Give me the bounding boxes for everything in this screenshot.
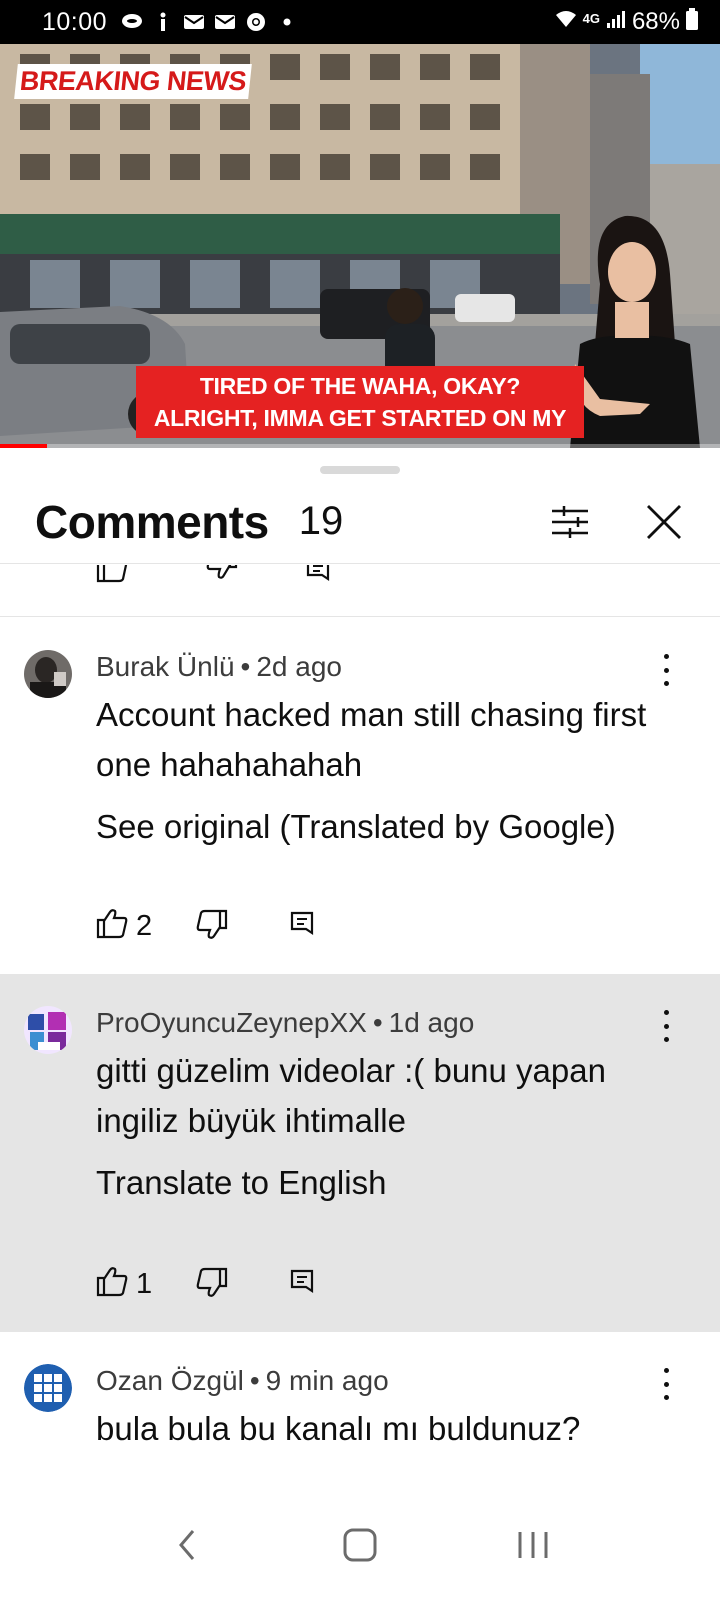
- dot-icon: [276, 13, 298, 31]
- battery-level: 68%: [631, 8, 680, 35]
- thumbs-down-icon: [196, 909, 228, 944]
- reply-button[interactable]: [290, 906, 316, 946]
- video-progress-fill: [0, 444, 47, 448]
- comment-author[interactable]: Burak Ünlü: [96, 651, 235, 683]
- avatar[interactable]: [24, 1364, 72, 1412]
- mail-icon: [183, 13, 205, 31]
- system-nav-bar: [0, 1490, 720, 1600]
- comment-body: Ozan Özgül • 9 min ago bula bula bu kana…: [96, 1364, 650, 1454]
- thumbs-up-icon[interactable]: [96, 565, 130, 585]
- reply-button[interactable]: [290, 1264, 316, 1304]
- comment-age: 1d ago: [388, 1007, 475, 1038]
- filter-sliders-icon[interactable]: [542, 494, 598, 550]
- close-icon[interactable]: [636, 494, 692, 550]
- like-count: 2: [136, 909, 153, 942]
- more-options-icon[interactable]: [654, 1010, 678, 1042]
- info-icon: [152, 12, 174, 31]
- comment-item: ProOyuncuZeynepXX • 1d ago gitti güzelim…: [0, 974, 720, 1332]
- signal-icon: [606, 8, 626, 36]
- comment-text: gitti güzelim videolar :( bunu yapan ing…: [96, 1052, 606, 1139]
- status-right: 4G 68%: [555, 7, 698, 37]
- like-button[interactable]: 1: [96, 1264, 176, 1304]
- comment-text: Account hacked man still chasing first o…: [96, 696, 647, 783]
- comment-age: 9 min ago: [265, 1365, 389, 1396]
- reply-icon: [290, 909, 316, 944]
- chat-icon: [121, 13, 143, 31]
- breaking-news-badge: BREAKING NEWS: [14, 64, 252, 99]
- comment-actions: 2: [96, 906, 316, 946]
- status-time: 10:00: [42, 7, 108, 36]
- like-count: 1: [136, 1267, 153, 1300]
- previous-comment-actions: [0, 565, 720, 617]
- meta-separator: •: [249, 1365, 260, 1396]
- comments-count: 19: [298, 499, 344, 543]
- back-icon[interactable]: [155, 1513, 219, 1577]
- avatar[interactable]: [24, 1006, 72, 1054]
- comments-header: Comments 19: [0, 480, 720, 564]
- comment-item: Burak Ünlü • 2d ago Account hacked man s…: [0, 618, 720, 974]
- drag-handle[interactable]: [320, 466, 400, 474]
- dislike-button[interactable]: [196, 1264, 228, 1304]
- thumbs-up-icon: [96, 1266, 128, 1302]
- chrome-icon: [245, 13, 267, 31]
- wifi-icon: [555, 8, 577, 36]
- more-options-icon[interactable]: [654, 654, 678, 686]
- comment-text: bula bula bu kanalı mı buldunuz?: [96, 1410, 581, 1447]
- like-button[interactable]: 2: [96, 906, 176, 946]
- recent-apps-icon[interactable]: [501, 1513, 565, 1577]
- meta-separator: •: [240, 651, 251, 682]
- video-caption: TIRED OF THE WAHA, OKAY? ALRIGHT, IMMA G…: [136, 366, 584, 438]
- comment-meta: Burak Ünlü • 2d ago: [96, 650, 650, 684]
- caption-line-2: ALRIGHT, IMMA GET STARTED ON MY: [153, 405, 567, 431]
- comment-age: 2d ago: [256, 651, 342, 682]
- caption-line-1: TIRED OF THE WAHA, OKAY?: [199, 373, 521, 399]
- comment-author[interactable]: Ozan Özgül: [96, 1365, 244, 1397]
- breaking-news-text: BREAKING NEWS: [18, 66, 248, 96]
- comment-meta: ProOyuncuZeynepXX • 1d ago: [96, 1006, 650, 1040]
- translate-link[interactable]: See original (Translated by Google): [96, 808, 650, 846]
- mail-icon: [214, 13, 236, 31]
- reply-icon: [290, 1267, 316, 1302]
- comment-body: ProOyuncuZeynepXX • 1d ago gitti güzelim…: [96, 1006, 650, 1202]
- notification-icons: [121, 12, 298, 31]
- comment-meta: Ozan Özgül • 9 min ago: [96, 1364, 650, 1398]
- thumbs-down-icon: [196, 1267, 228, 1302]
- battery-icon: [686, 7, 698, 37]
- status-bar: 10:00 4G 68%: [0, 0, 720, 44]
- comment-body: Burak Ünlü • 2d ago Account hacked man s…: [96, 650, 650, 846]
- home-icon[interactable]: [328, 1513, 392, 1577]
- dislike-button[interactable]: [196, 906, 228, 946]
- network-type: 4G: [582, 10, 600, 26]
- avatar[interactable]: [24, 650, 72, 698]
- video-progress-bar[interactable]: [0, 444, 720, 448]
- comment-actions: 1: [96, 1264, 316, 1304]
- comment-author[interactable]: ProOyuncuZeynepXX: [96, 1007, 367, 1039]
- more-options-icon[interactable]: [654, 1368, 678, 1400]
- translate-link[interactable]: Translate to English: [96, 1164, 650, 1202]
- comments-title: Comments: [35, 495, 269, 548]
- comments-sheet: Comments 19 Burak Ünlü • 2d ago Account …: [0, 450, 720, 1520]
- thumbs-down-icon[interactable]: [206, 565, 240, 585]
- meta-separator: •: [372, 1007, 383, 1038]
- thumbs-up-icon: [96, 908, 128, 944]
- reply-icon[interactable]: [306, 565, 336, 585]
- video-player[interactable]: BREAKING NEWS TIRED OF THE WAHA, OKAY? A…: [0, 44, 720, 448]
